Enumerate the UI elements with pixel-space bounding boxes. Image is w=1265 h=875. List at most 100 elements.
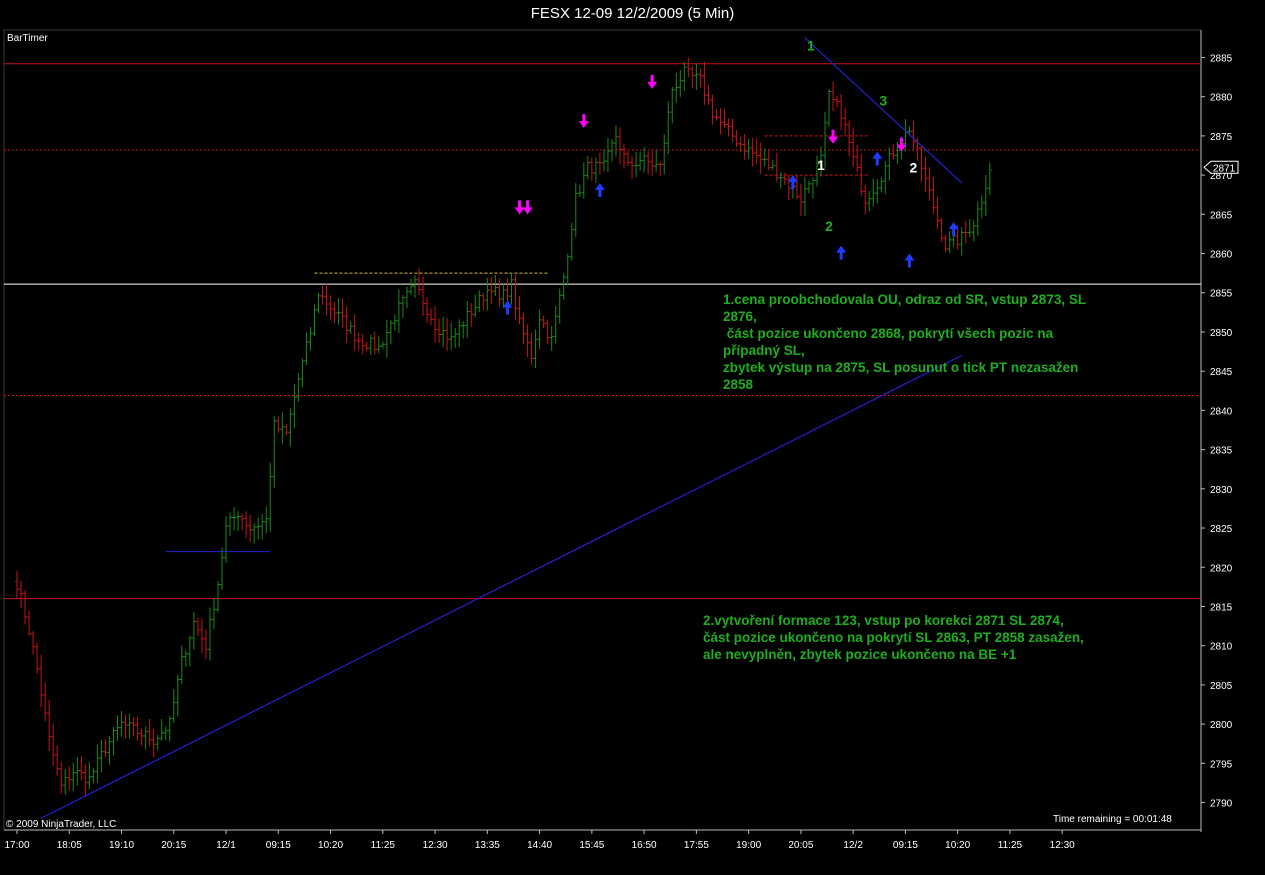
ohlc-bar — [794, 174, 799, 200]
long-entry-arrow-icon — [787, 175, 798, 190]
ohlc-bar — [666, 101, 671, 155]
y-tick-label: 2805 — [1210, 681, 1233, 692]
ohlc-bar — [421, 276, 426, 316]
y-tick-label: 2795 — [1210, 759, 1233, 770]
ohlc-bar — [722, 109, 727, 129]
ohlc-bar — [199, 618, 204, 654]
ohlc-bar — [750, 137, 755, 167]
candlestick-bars — [15, 57, 992, 798]
ohlc-bar — [654, 149, 659, 173]
ohlc-bar — [256, 517, 261, 540]
annotation-line: 2.vytvoření formace 123, vstup po korekc… — [703, 613, 1064, 628]
arrow-shaft — [907, 259, 911, 268]
ohlc-bar — [252, 523, 257, 544]
price-chart[interactable]: 1 2 3 1 2 2790 2795 2800 2805 2810 2815 2820 2825 28… — [0, 0, 1265, 875]
ohlc-bar — [565, 253, 570, 286]
arrow-head — [514, 207, 525, 215]
ohlc-bar — [605, 137, 610, 173]
ohlc-bar — [746, 138, 751, 159]
x-tick-label: 09:15 — [266, 840, 291, 851]
ohlc-bar — [179, 645, 184, 684]
ohlc-bar — [706, 85, 711, 105]
ohlc-bar — [244, 511, 249, 538]
ohlc-bar — [839, 93, 844, 131]
ohlc-bar — [497, 278, 502, 307]
ohlc-bar — [312, 304, 317, 337]
x-tick-label: 20:05 — [788, 840, 813, 851]
wave-label: 1 — [807, 38, 815, 54]
ohlc-bar — [694, 63, 699, 91]
ohlc-bar — [151, 729, 156, 758]
arrow-head — [647, 81, 658, 89]
arrow-shaft — [791, 181, 795, 190]
ohlc-bar — [658, 161, 663, 176]
ohlc-bar — [320, 285, 325, 305]
ohlc-bar — [187, 635, 192, 667]
ohlc-bar — [537, 309, 542, 349]
ohlc-bar — [939, 218, 944, 243]
ohlc-bar — [919, 145, 924, 183]
ohlc-bar — [597, 152, 602, 175]
ohlc-bar — [618, 127, 622, 164]
ohlc-bar — [441, 317, 446, 347]
ohlc-bar — [135, 717, 140, 741]
short-entry-arrow-icon — [522, 200, 533, 215]
ohlc-bar — [650, 150, 655, 176]
ohlc-bar — [718, 108, 723, 135]
ohlc-bar — [143, 726, 148, 750]
ohlc-bar — [525, 324, 530, 357]
ohlc-bar — [935, 196, 940, 229]
y-tick-label: 2875 — [1210, 132, 1233, 143]
ohlc-bar — [509, 272, 514, 305]
ohlc-bar — [437, 318, 442, 343]
ohlc-bar — [577, 184, 582, 197]
ohlc-bar — [348, 321, 353, 334]
ohlc-bar — [501, 282, 506, 308]
ohlc-bar — [622, 143, 627, 169]
ohlc-bar — [127, 713, 132, 739]
y-tick-label: 2885 — [1210, 53, 1233, 64]
ohlc-bar — [529, 333, 534, 365]
ohlc-bar — [634, 151, 639, 178]
ohlc-bar — [943, 234, 948, 253]
ohlc-bar — [710, 94, 715, 125]
ohlc-bar — [959, 227, 964, 256]
signal-arrows — [502, 74, 959, 315]
y-tick-label: 2845 — [1210, 367, 1233, 378]
x-tick-label: 19:10 — [109, 840, 134, 851]
ohlc-bar — [103, 739, 108, 758]
x-tick-label: 10:20 — [945, 840, 970, 851]
ohlc-bar — [557, 288, 562, 324]
ohlc-bar — [730, 118, 735, 143]
y-tick-label: 2880 — [1210, 93, 1233, 104]
ohlc-bar — [521, 312, 526, 344]
ohlc-bar — [75, 757, 80, 786]
wave-label: 1 — [817, 157, 825, 173]
ohlc-bar — [758, 142, 763, 174]
ohlc-bar — [843, 107, 848, 136]
ohlc-bar — [690, 66, 695, 89]
ohlc-bar — [734, 130, 739, 148]
arrow-head — [578, 121, 589, 129]
ohlc-bar — [473, 294, 478, 318]
ohlc-bar — [457, 319, 462, 348]
ohlc-bar — [147, 718, 152, 747]
ohlc-bar — [248, 514, 253, 543]
trend-line — [40, 354, 962, 819]
ohlc-bar — [392, 314, 397, 331]
arrow-head — [828, 136, 839, 144]
ohlc-bar — [119, 711, 124, 737]
ohlc-bar — [453, 328, 458, 349]
ohlc-bar — [561, 273, 566, 300]
ohlc-bar — [987, 162, 992, 196]
ohlc-bar — [27, 610, 32, 637]
arrow-head — [594, 182, 605, 190]
annotation-line: ale nevyplněn, zbytek pozice ukončeno na… — [703, 647, 1017, 662]
arrow-head — [904, 253, 915, 261]
annotation-line: část pozice ukončeno 2868, pokrytí všech… — [723, 326, 1054, 341]
annotation-line: 2858 — [723, 377, 754, 392]
ohlc-bar — [167, 716, 172, 742]
arrow-head — [787, 175, 798, 183]
ohlc-bar — [264, 506, 269, 534]
x-tick-label: 09:15 — [893, 840, 918, 851]
